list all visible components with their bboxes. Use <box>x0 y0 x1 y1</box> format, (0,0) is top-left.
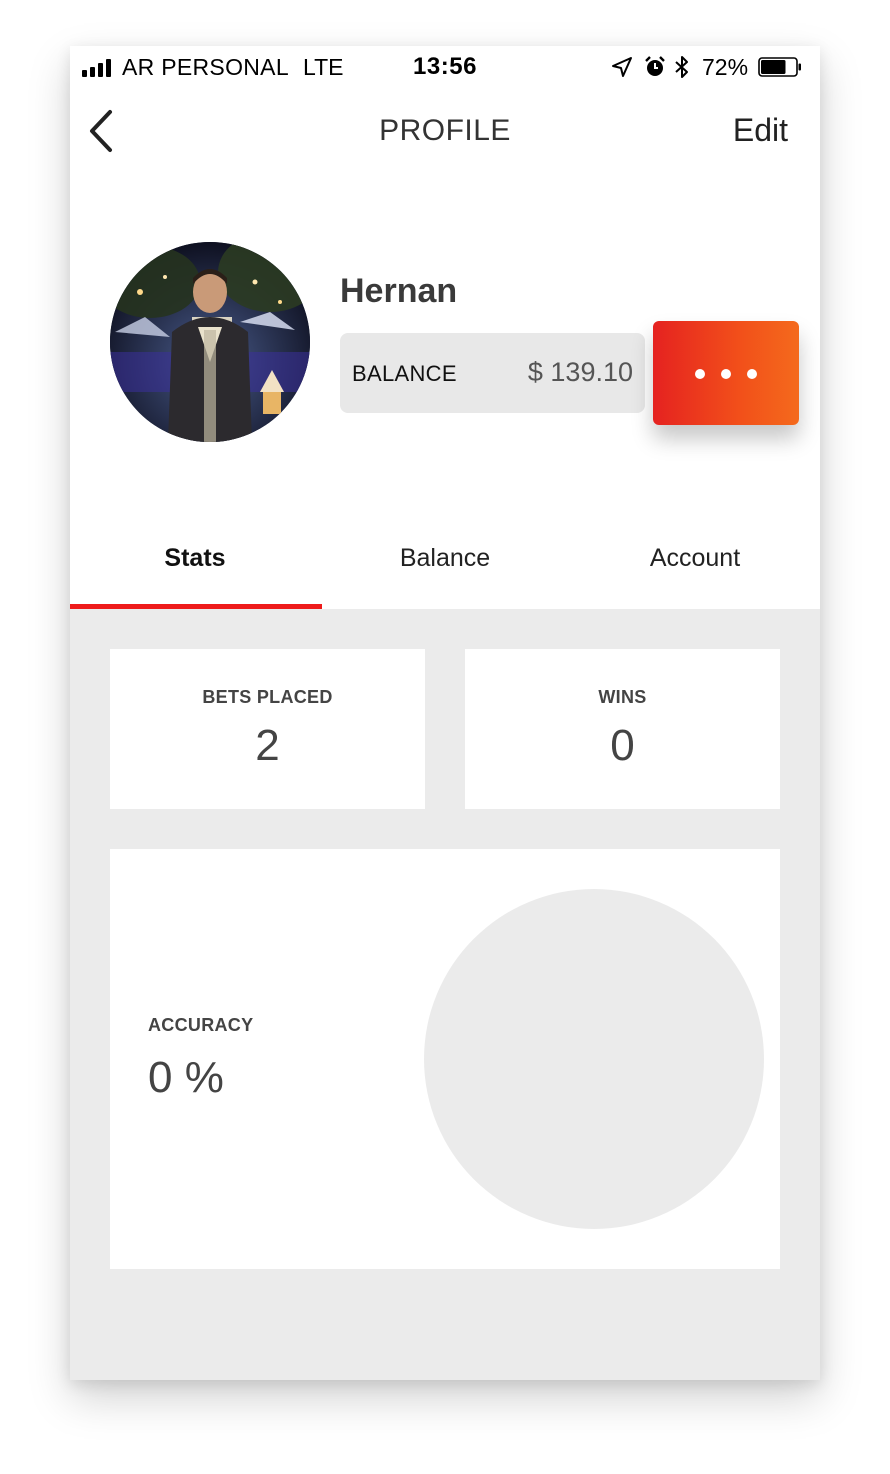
edit-button[interactable]: Edit <box>733 112 788 149</box>
page-title: PROFILE <box>379 114 511 147</box>
phone-screen: AR PERSONAL LTE 13:56 72% PROFILE Edit H… <box>70 46 820 1380</box>
avatar[interactable] <box>110 242 310 442</box>
location-arrow-icon <box>612 57 632 77</box>
battery-icon <box>758 57 801 77</box>
avatar-photo <box>110 242 310 442</box>
more-options-button[interactable] <box>653 321 799 425</box>
battery-percentage: 72% <box>702 54 749 80</box>
tab-stats[interactable]: Stats <box>70 544 320 573</box>
accuracy-card: ACCURACY 0 % <box>110 849 780 1269</box>
bluetooth-icon <box>675 56 688 78</box>
status-bar: AR PERSONAL LTE 13:56 72% <box>70 46 820 90</box>
accuracy-pie-chart <box>424 889 764 1229</box>
accuracy-label: ACCURACY <box>148 1015 254 1035</box>
bets-placed-card: BETS PLACED 2 <box>110 649 425 809</box>
tab-balance[interactable]: Balance <box>320 544 570 573</box>
bets-placed-label: BETS PLACED <box>202 687 333 707</box>
balance-summary: BALANCE $ 139.10 <box>340 333 645 413</box>
wins-value: 0 <box>610 721 635 770</box>
tab-account[interactable]: Account <box>570 544 820 573</box>
balance-value: $ 139.10 <box>527 357 633 387</box>
accuracy-value: 0 % <box>148 1053 224 1102</box>
balance-label: BALANCE <box>352 361 457 386</box>
wins-card: WINS 0 <box>465 649 780 809</box>
bets-placed-value: 2 <box>255 721 280 770</box>
accuracy-pie-empty <box>424 889 764 1229</box>
alarm-icon <box>645 56 665 76</box>
wins-label: WINS <box>598 687 647 707</box>
user-name: Hernan <box>340 272 458 310</box>
active-tab-indicator <box>70 604 322 609</box>
